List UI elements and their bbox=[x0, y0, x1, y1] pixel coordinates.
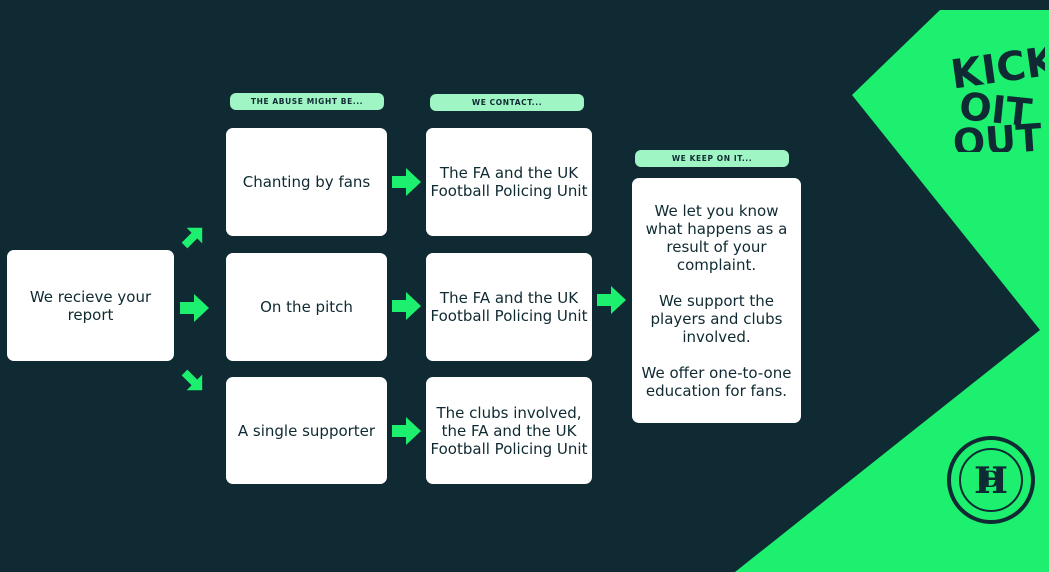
outcome-box: We let you know what happens as a result… bbox=[632, 178, 801, 423]
abuse-box-chanting: Chanting by fans bbox=[226, 128, 387, 236]
contact-box-2: The FA and the UK Football Policing Unit bbox=[426, 253, 592, 361]
header-keep-pill: WE KEEP ON IT... bbox=[635, 150, 789, 167]
outcome-line-3: We offer one-to-one education for fans. bbox=[641, 363, 792, 400]
abuse-box-pitch: On the pitch bbox=[226, 253, 387, 361]
arrow-up-right-icon bbox=[181, 227, 203, 249]
arrow-right-icon bbox=[392, 417, 421, 445]
outcome-line-1: We let you know what happens as a result… bbox=[645, 201, 788, 274]
arrow-right-icon bbox=[180, 294, 209, 322]
header-contact-pill: WE CONTACT... bbox=[430, 94, 584, 111]
club-badge-logo: H D bbox=[947, 436, 1035, 524]
svg-text:D: D bbox=[981, 467, 1000, 493]
header-abuse-pill: THE ABUSE MIGHT BE... bbox=[230, 93, 384, 110]
arrow-right-icon bbox=[392, 292, 421, 320]
abuse-box-supporter: A single supporter bbox=[226, 377, 387, 484]
arrow-right-icon bbox=[392, 168, 421, 196]
outcome-line-2: We support the players and clubs involve… bbox=[650, 291, 783, 346]
kick-it-out-logo: KICK OIT OUT bbox=[948, 42, 1045, 152]
contact-box-3: The clubs involved, the FA and the UK Fo… bbox=[426, 377, 592, 484]
arrow-right-icon bbox=[597, 286, 626, 314]
contact-box-1: The FA and the UK Football Policing Unit bbox=[426, 128, 592, 236]
start-box: We recieve your report bbox=[7, 250, 174, 361]
arrow-down-right-icon bbox=[181, 369, 203, 391]
svg-text:OUT: OUT bbox=[951, 115, 1043, 152]
